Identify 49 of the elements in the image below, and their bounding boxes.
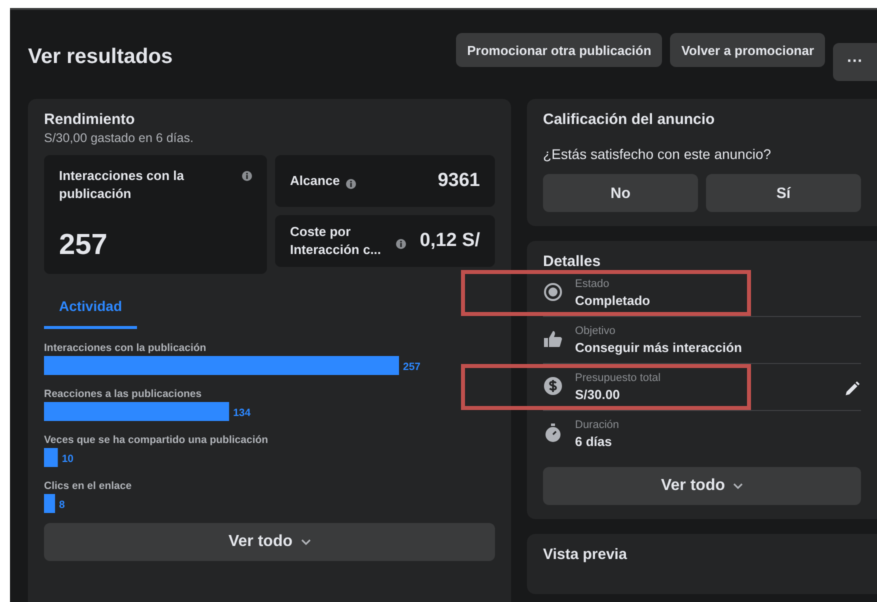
metric-label: Coste por Interacción c... xyxy=(290,223,382,259)
see-all-button[interactable]: Ver todo xyxy=(44,523,495,561)
thumbs-up-icon xyxy=(543,329,563,349)
info-icon[interactable] xyxy=(396,239,406,249)
detail-value: Completado xyxy=(575,293,652,308)
metric-value: 9361 xyxy=(438,170,480,192)
bar-value: 257 xyxy=(403,361,421,373)
bar-label: Reacciones a las publicaciones xyxy=(44,388,202,400)
bar-label: Veces que se ha compartido una publicación xyxy=(44,434,268,446)
info-icon[interactable] xyxy=(346,179,356,189)
header-button[interactable]: Volver a promocionar xyxy=(670,33,825,67)
detail-label: Duración xyxy=(575,419,620,431)
bar-label: Interacciones con la publicación xyxy=(44,342,206,354)
detail-value: 6 días xyxy=(575,434,613,449)
rating-button[interactable]: Sí xyxy=(706,174,861,212)
card-title: Detalles xyxy=(543,253,602,270)
card-subtitle: S/30,00 gastado en 6 días. xyxy=(44,131,194,145)
see-all-button[interactable]: Ver todo xyxy=(543,467,861,505)
info-icon[interactable] xyxy=(242,171,252,181)
detail-label: Estado xyxy=(575,278,610,290)
radio-icon xyxy=(543,282,563,302)
card-title: Rendimiento xyxy=(44,111,136,128)
bar-label: Clics en el enlace xyxy=(44,480,132,492)
bar xyxy=(44,448,58,467)
page-title: Ver resultados xyxy=(28,45,173,69)
bar-value: 10 xyxy=(62,453,74,465)
metric-label: Alcance xyxy=(290,172,340,190)
metric-label: Interacciones con la publicación xyxy=(59,167,185,203)
tab[interactable]: Actividad xyxy=(44,290,137,329)
header-button[interactable]: Promocionar otra publicación xyxy=(456,33,662,67)
rating-button[interactable]: No xyxy=(543,174,698,212)
dollar-icon xyxy=(543,376,563,396)
pencil-icon[interactable] xyxy=(843,380,861,398)
header-button[interactable]: ··· xyxy=(833,43,877,81)
bar-value: 8 xyxy=(59,499,65,511)
stopwatch-icon xyxy=(543,423,563,443)
bar xyxy=(44,494,56,513)
bar-value: 134 xyxy=(233,407,251,419)
chevron-icon xyxy=(733,483,743,489)
card-title: Vista previa xyxy=(543,546,628,563)
chevron-icon xyxy=(300,539,310,545)
metric-value: 0,12 S/ xyxy=(420,230,480,252)
detail-value: Conseguir más interacción xyxy=(575,340,743,355)
detail-value: S/30.00 xyxy=(575,387,621,402)
card-title: Calificación del anuncio xyxy=(543,111,716,128)
rating-question: ¿Estás satisfecho con este anuncio? xyxy=(543,146,772,162)
metric-value: 257 xyxy=(59,229,108,262)
detail-label: Presupuesto total xyxy=(575,372,662,384)
detail-label: Objetivo xyxy=(575,325,616,337)
